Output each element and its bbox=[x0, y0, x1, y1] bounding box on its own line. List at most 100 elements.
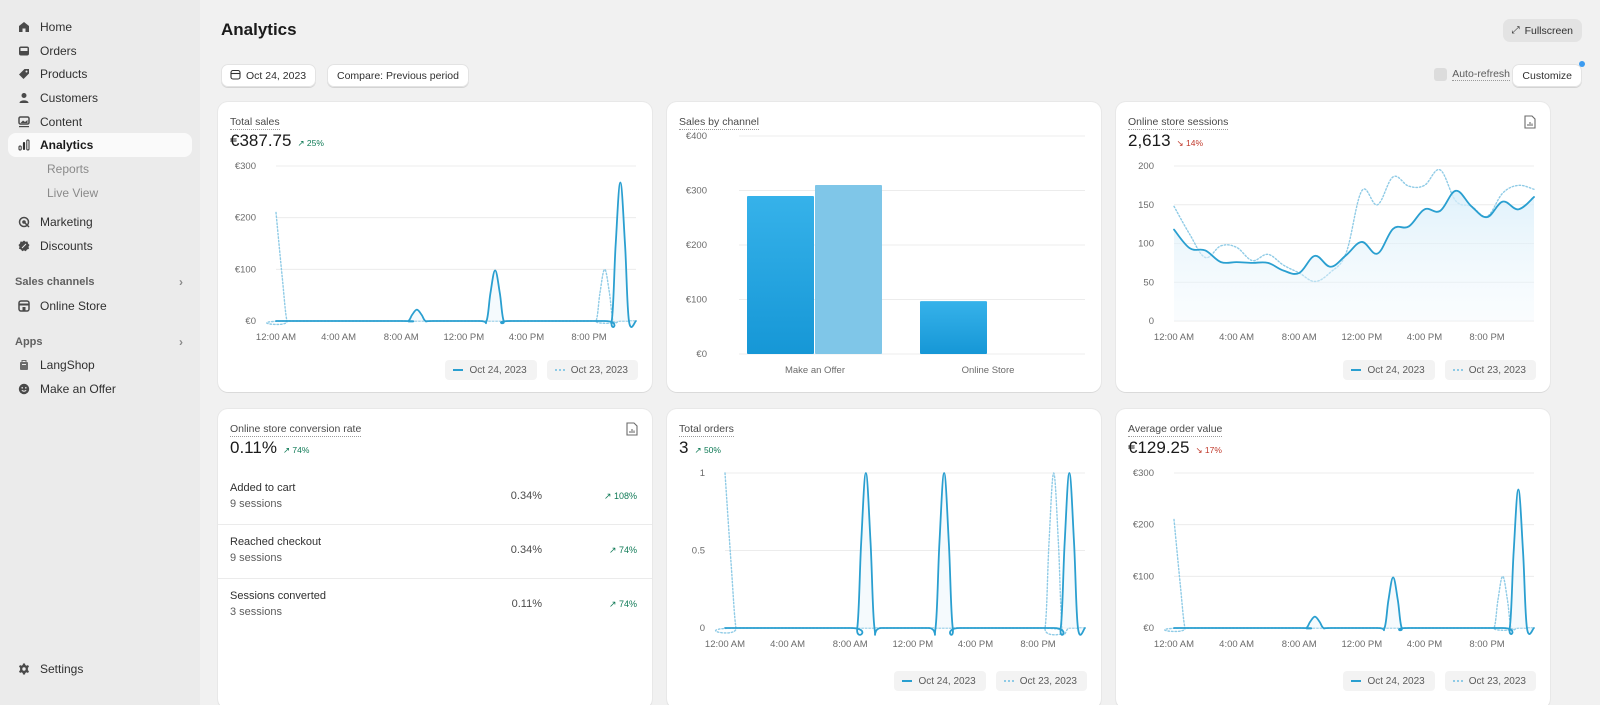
bar-previous bbox=[815, 185, 882, 354]
sidebar-item-label: Live View bbox=[47, 185, 99, 200]
legend-item-previous[interactable]: Oct 23, 2023 bbox=[1444, 360, 1536, 380]
sales-channels-label: Sales channels bbox=[15, 275, 95, 288]
series-line-current bbox=[1173, 488, 1535, 635]
x-tick-label: 8:00 PM bbox=[1469, 639, 1504, 650]
sidebar-item-content[interactable]: Content bbox=[8, 110, 192, 134]
sidebar-item-label: Marketing bbox=[40, 215, 93, 230]
y-tick-label: €0 bbox=[245, 316, 256, 327]
card-value: €129.25 ↘ 17% bbox=[1128, 438, 1222, 458]
x-tick-label: 4:00 AM bbox=[770, 639, 805, 650]
report-icon[interactable] bbox=[1524, 115, 1536, 129]
legend-item-previous[interactable]: Oct 23, 2023 bbox=[1444, 671, 1536, 691]
customize-label: Customize bbox=[1522, 69, 1572, 82]
x-category-label: Make an Offer bbox=[785, 365, 845, 376]
image-icon bbox=[17, 115, 31, 129]
sidebar-item-reports[interactable]: Reports bbox=[8, 157, 192, 181]
bar-current bbox=[747, 195, 814, 354]
sidebar-item-make-an-offer[interactable]: Make an Offer bbox=[8, 377, 192, 401]
metric-value: 2,613 bbox=[1128, 131, 1171, 150]
sidebar-item-label: Settings bbox=[40, 662, 84, 677]
x-tick-label: 12:00 PM bbox=[443, 332, 484, 343]
apps-section[interactable]: Apps › bbox=[8, 330, 192, 354]
sidebar-item-label: Make an Offer bbox=[40, 382, 116, 397]
page-title: Analytics bbox=[221, 20, 297, 39]
x-tick-label: 4:00 PM bbox=[958, 639, 993, 650]
sidebar-item-orders[interactable]: Orders bbox=[8, 39, 192, 63]
x-tick-label: 12:00 AM bbox=[1154, 639, 1194, 650]
fullscreen-button[interactable]: ⤢ Fullscreen bbox=[1502, 19, 1582, 42]
series-area bbox=[276, 182, 636, 328]
sales-channels-section[interactable]: Sales channels › bbox=[8, 270, 192, 294]
bar-current bbox=[920, 301, 987, 354]
sidebar-item-analytics[interactable]: Analytics bbox=[8, 133, 192, 158]
sidebar-item-products[interactable]: Products bbox=[8, 62, 192, 86]
card-title[interactable]: Total orders bbox=[679, 423, 734, 437]
legend-item-current[interactable]: Oct 24, 2023 bbox=[1343, 360, 1435, 380]
card-title[interactable]: Total sales bbox=[230, 116, 280, 130]
date-range-label: Oct 24, 2023 bbox=[246, 69, 307, 82]
customize-button[interactable]: Customize bbox=[1512, 61, 1585, 87]
x-tick-label: 12:00 AM bbox=[1154, 332, 1194, 343]
sidebar-item-langshop[interactable]: LangShop bbox=[8, 354, 192, 378]
y-tick-label: €300 bbox=[1133, 468, 1154, 479]
y-tick-label: €100 bbox=[686, 295, 707, 306]
y-tick-label: 150 bbox=[1138, 200, 1154, 211]
date-range-button[interactable]: Oct 24, 2023 bbox=[221, 64, 317, 87]
card-value: €387.75 ↗ 25% bbox=[230, 131, 324, 151]
list-item: Sessions converted 3 sessions 0.11% ↗ 74… bbox=[218, 579, 652, 633]
calendar-icon bbox=[230, 69, 241, 83]
list-item: Reached checkout 9 sessions 0.34% ↗ 74% bbox=[218, 525, 652, 579]
sidebar-item-live-view[interactable]: Live View bbox=[8, 181, 192, 205]
x-tick-label: 4:00 AM bbox=[321, 332, 356, 343]
card-title[interactable]: Online store conversion rate bbox=[230, 423, 362, 437]
sessions-card: 0 50 100 150 200 12:00 AM 4:00 AM 8:00 AM 12:00 … bbox=[1116, 102, 1550, 392]
conversion-funnel-list: Added to cart 9 sessions 0.34% ↗ 108% Re… bbox=[218, 471, 652, 633]
step-sessions: 3 sessions bbox=[230, 606, 282, 618]
sidebar-item-settings[interactable]: Settings bbox=[8, 657, 192, 681]
sidebar-item-discounts[interactable]: Discounts bbox=[8, 234, 192, 258]
auto-refresh-checkbox[interactable] bbox=[1434, 68, 1448, 81]
chevron-right-icon: › bbox=[179, 334, 183, 349]
sidebar-item-marketing[interactable]: Marketing bbox=[8, 211, 192, 235]
dotted-line-icon bbox=[1003, 680, 1014, 682]
solid-line-icon bbox=[453, 369, 464, 371]
step-sessions: 9 sessions bbox=[230, 498, 282, 510]
sidebar: Home Orders Products Customers Content A… bbox=[0, 0, 200, 705]
legend-item-current[interactable]: Oct 24, 2023 bbox=[1343, 671, 1435, 691]
sidebar-item-label: Products bbox=[40, 67, 88, 82]
metric-delta: ↗ 50% bbox=[694, 445, 721, 455]
x-tick-label: 12:00 AM bbox=[256, 332, 296, 343]
sidebar-item-customers[interactable]: Customers bbox=[8, 86, 192, 110]
conversion-rate-card: Online store conversion rate 0.11% ↗ 74%… bbox=[218, 409, 652, 705]
card-title[interactable]: Average order value bbox=[1128, 423, 1223, 437]
y-tick-label: €100 bbox=[1133, 571, 1154, 582]
step-change: ↗ 108% bbox=[603, 491, 637, 501]
card-title[interactable]: Online store sessions bbox=[1128, 116, 1229, 130]
legend-item-current[interactable]: Oct 24, 2023 bbox=[894, 671, 986, 691]
step-name: Added to cart bbox=[230, 482, 296, 494]
sidebar-item-online-store[interactable]: Online Store bbox=[8, 294, 192, 318]
y-tick-label: 0 bbox=[700, 623, 705, 634]
y-tick-label: €0 bbox=[1143, 623, 1154, 634]
sidebar-item-label: Online Store bbox=[40, 298, 107, 313]
report-icon[interactable] bbox=[626, 422, 638, 436]
chart-legend: Oct 24, 2023 Oct 23, 2023 bbox=[1343, 671, 1536, 691]
chart-legend: Oct 24, 2023 Oct 23, 2023 bbox=[894, 671, 1087, 691]
auto-refresh-toggle[interactable]: Auto-refresh bbox=[1434, 68, 1510, 81]
total-sales-card: €0 €100 €200 €300 12:00 AM 4:00 AM 8:00 AM 12:0… bbox=[218, 102, 652, 392]
y-tick-label: €300 bbox=[235, 161, 256, 172]
sidebar-item-label: Content bbox=[40, 114, 83, 129]
sidebar-item-home[interactable]: Home bbox=[8, 15, 192, 39]
chevron-right-icon: › bbox=[179, 274, 183, 289]
card-title[interactable]: Sales by channel bbox=[679, 116, 759, 130]
series-area bbox=[1174, 489, 1534, 635]
legend-item-previous[interactable]: Oct 23, 2023 bbox=[995, 671, 1087, 691]
compare-label: Compare: Previous period bbox=[337, 69, 459, 82]
compare-button[interactable]: Compare: Previous period bbox=[327, 64, 469, 87]
sales-by-channel-card: €0 €100 €200 €300 €400 Make an Offer Online St… bbox=[667, 102, 1101, 392]
step-name: Sessions converted bbox=[230, 590, 326, 602]
smile-icon bbox=[17, 382, 31, 396]
y-tick-label: €100 bbox=[235, 264, 256, 275]
legend-item-current[interactable]: Oct 24, 2023 bbox=[445, 360, 537, 380]
legend-item-previous[interactable]: Oct 23, 2023 bbox=[546, 360, 638, 380]
